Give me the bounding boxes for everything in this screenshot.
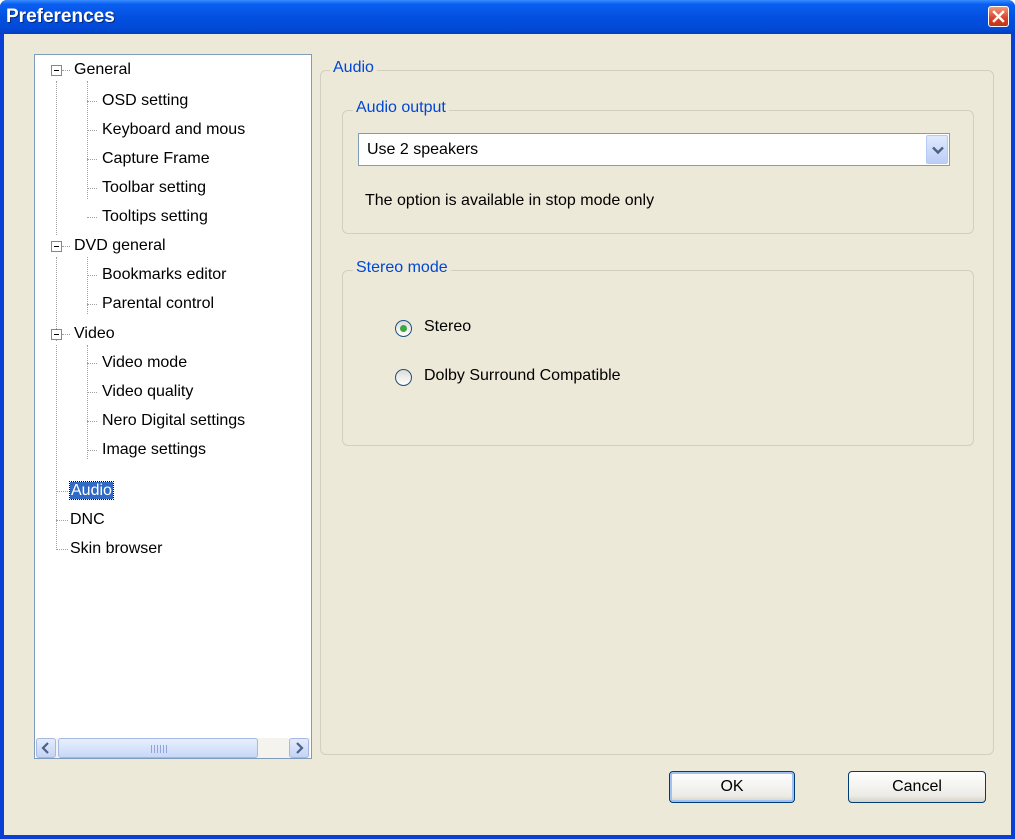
tree-item-video-quality[interactable]: Video quality xyxy=(102,381,193,403)
tree-item-bookmarks-editor[interactable]: Bookmarks editor xyxy=(102,264,227,286)
cancel-button[interactable]: Cancel xyxy=(848,771,986,803)
chevron-down-icon xyxy=(932,146,944,155)
close-icon xyxy=(992,10,1005,23)
audio-output-label: Audio output xyxy=(353,99,449,117)
tree-item-video[interactable]: Video xyxy=(74,323,115,345)
arrow-right-icon xyxy=(296,742,304,754)
collapse-icon[interactable] xyxy=(51,65,62,76)
scroll-right-button[interactable] xyxy=(289,738,309,758)
scroll-thumb[interactable] xyxy=(58,738,258,758)
close-button[interactable] xyxy=(988,6,1009,27)
tree-item-capture-frame[interactable]: Capture Frame xyxy=(102,148,210,170)
dropdown-button[interactable] xyxy=(926,135,948,164)
stereo-mode-label: Stereo mode xyxy=(353,259,451,277)
stop-mode-note: The option is available in stop mode onl… xyxy=(365,192,655,209)
stereo-mode-group xyxy=(342,270,974,446)
stereo-radio[interactable] xyxy=(395,320,412,337)
horizontal-scrollbar[interactable] xyxy=(36,738,310,758)
tree-item-skin-browser[interactable]: Skin browser xyxy=(70,538,162,560)
stereo-radio-label[interactable]: Stereo xyxy=(424,318,471,336)
dialog-body: General OSD setting Keyboard and mous Ca… xyxy=(4,34,1011,835)
tree-item-keyboard-and-mouse[interactable]: Keyboard and mous xyxy=(102,119,245,141)
audio-group-label: Audio xyxy=(330,59,377,77)
preferences-tree[interactable]: General OSD setting Keyboard and mous Ca… xyxy=(34,54,312,759)
audio-output-select[interactable]: Use 2 speakers xyxy=(358,133,950,166)
tree-item-tooltips-setting[interactable]: Tooltips setting xyxy=(102,206,208,228)
ok-button[interactable]: OK xyxy=(669,771,795,803)
tree-item-parental-control[interactable]: Parental control xyxy=(102,293,214,315)
collapse-icon[interactable] xyxy=(51,241,62,252)
tree-item-osd-setting[interactable]: OSD setting xyxy=(102,90,188,112)
tree-item-video-mode[interactable]: Video mode xyxy=(102,352,187,374)
tree-item-toolbar-setting[interactable]: Toolbar setting xyxy=(102,177,206,199)
preferences-window: Preferences General OSD setting Keyboard… xyxy=(0,0,1015,839)
dolby-surround-radio-label[interactable]: Dolby Surround Compatible xyxy=(424,367,621,385)
tree-item-image-settings[interactable]: Image settings xyxy=(102,439,206,461)
tree-item-audio[interactable]: Audio xyxy=(69,480,114,502)
tree-item-dnc[interactable]: DNC xyxy=(70,509,105,531)
tree-item-nero-digital-settings[interactable]: Nero Digital settings xyxy=(102,410,245,432)
collapse-icon[interactable] xyxy=(51,329,62,340)
tree-item-general[interactable]: General xyxy=(74,59,131,81)
dolby-surround-radio[interactable] xyxy=(395,369,412,386)
audio-output-group xyxy=(342,110,974,234)
title-bar[interactable]: Preferences xyxy=(0,0,1015,34)
arrow-left-icon xyxy=(41,742,49,754)
audio-output-value: Use 2 speakers xyxy=(367,141,479,158)
scroll-left-button[interactable] xyxy=(36,738,56,758)
tree-item-dvd-general[interactable]: DVD general xyxy=(74,235,166,257)
window-title: Preferences xyxy=(6,6,115,27)
